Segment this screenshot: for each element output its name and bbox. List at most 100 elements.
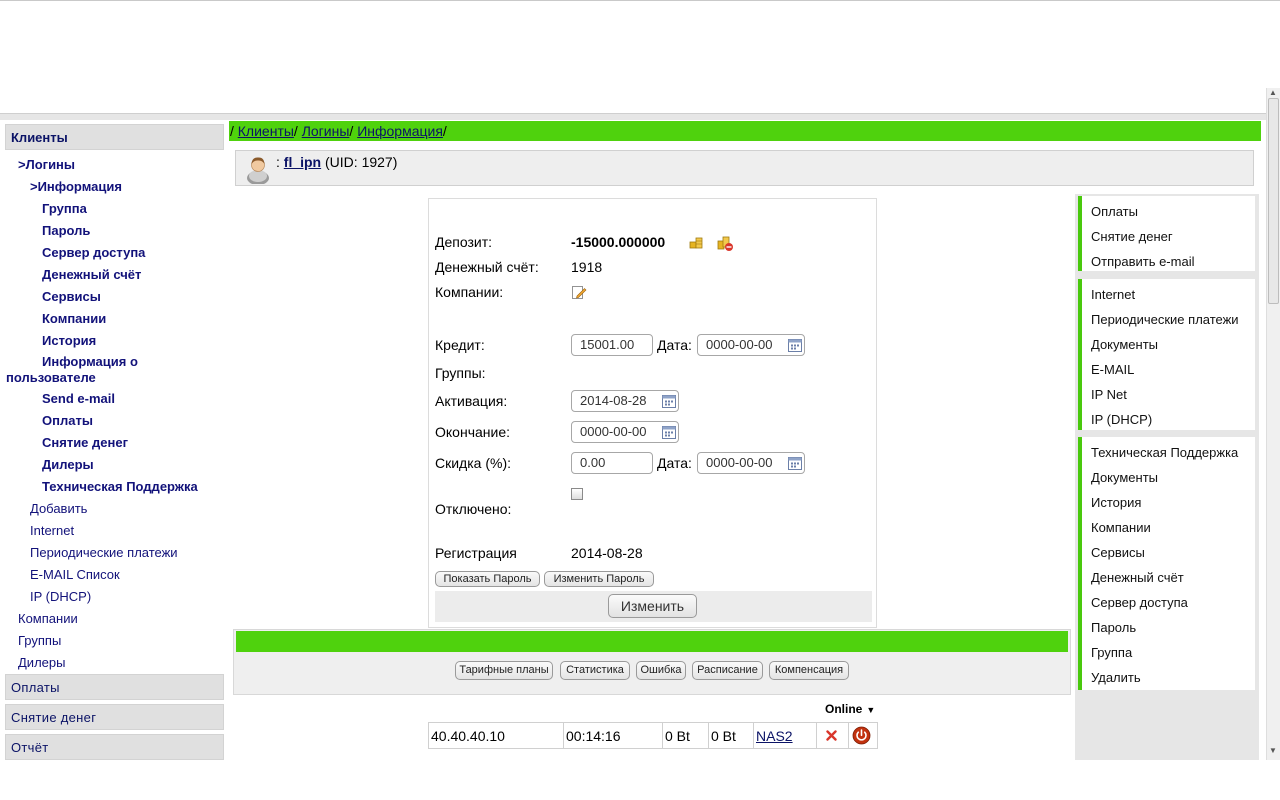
right-menu: Оплаты Снятие денег Отправить e-mail Int… — [1075, 194, 1259, 760]
nav-item-support[interactable]: Техническая Поддержка — [42, 479, 198, 494]
activation-value: 2014-08-28 — [580, 393, 647, 408]
right-item-services[interactable]: Сервисы — [1091, 545, 1145, 560]
right-item-periodic[interactable]: Периодические платежи — [1091, 312, 1239, 327]
nav-item-user-info-line2[interactable]: пользователе — [6, 370, 96, 385]
session-nas-cell: NAS2 — [754, 723, 817, 748]
discount-date-input[interactable]: 0000-00-00 — [697, 452, 805, 474]
user-colon: : — [276, 154, 284, 170]
tab-tariff-plans[interactable]: Тарифные планы — [455, 661, 553, 680]
nav-item-services[interactable]: Сервисы — [42, 289, 101, 304]
right-item-access-server[interactable]: Сервер доступа — [1091, 595, 1188, 610]
breadcrumb-logins[interactable]: Логины — [302, 123, 350, 139]
power-icon[interactable] — [852, 726, 871, 745]
nav-item-money-account[interactable]: Денежный счёт — [42, 267, 141, 282]
coins-add-icon[interactable] — [688, 234, 704, 250]
nav-header-payments[interactable]: Оплаты — [5, 674, 224, 700]
breadcrumb-clients[interactable]: Клиенты — [238, 123, 294, 139]
change-button[interactable]: Изменить — [608, 594, 697, 618]
right-item-documents[interactable]: Документы — [1091, 337, 1158, 352]
nav-item-groups[interactable]: Группы — [18, 633, 61, 648]
tab-compensation[interactable]: Компенсация — [769, 661, 849, 680]
page-scrollbar[interactable]: ▲ ▼ — [1266, 88, 1280, 760]
right-menu-group-finance: Оплаты Снятие денег Отправить e-mail — [1078, 196, 1255, 271]
nav-item-access-server[interactable]: Сервер доступа — [42, 245, 145, 260]
credit-label: Кредит: — [435, 337, 485, 353]
discount-label: Скидка (%): — [435, 455, 511, 471]
right-item-delete[interactable]: Удалить — [1091, 670, 1141, 685]
nav-item-payments[interactable]: Оплаты — [42, 413, 93, 428]
user-avatar-icon — [247, 157, 269, 184]
nav-item-periodic[interactable]: Периодические платежи — [30, 545, 178, 560]
nav-item-dealers-root[interactable]: Дилеры — [18, 655, 65, 670]
right-item-history[interactable]: История — [1091, 495, 1141, 510]
tab-errors[interactable]: Ошибка — [636, 661, 686, 680]
close-icon[interactable] — [826, 730, 837, 741]
right-item-ip-dhcp[interactable]: IP (DHCP) — [1091, 412, 1152, 427]
right-item-password[interactable]: Пароль — [1091, 620, 1136, 635]
expire-input[interactable]: 0000-00-00 — [571, 421, 679, 443]
session-duration: 00:14:16 — [564, 723, 663, 748]
coins-remove-icon[interactable] — [716, 234, 734, 252]
registration-value: 2014-08-28 — [571, 545, 643, 561]
calendar-icon[interactable] — [662, 425, 676, 439]
credit-input[interactable]: 15001.00 — [571, 334, 653, 356]
calendar-icon[interactable] — [788, 338, 802, 352]
tab-statistics[interactable]: Статистика — [560, 661, 630, 680]
tab-schedule[interactable]: Расписание — [692, 661, 763, 680]
nav-item-info[interactable]: >Информация — [30, 179, 122, 194]
edit-note-icon[interactable] — [571, 284, 587, 300]
nav-header-clients[interactable]: Клиенты — [5, 124, 224, 150]
nav-item-dealers[interactable]: Дилеры — [42, 457, 94, 472]
discount-input[interactable]: 0.00 — [571, 452, 653, 474]
nav-item-send-email[interactable]: Send e-mail — [42, 391, 115, 406]
right-menu-group-user: Техническая Поддержка Документы История … — [1078, 437, 1255, 690]
nav-item-group[interactable]: Группа — [42, 201, 87, 216]
disabled-checkbox[interactable] — [571, 488, 583, 500]
nav-item-user-info-line1[interactable]: Информация о — [42, 354, 138, 369]
nav-header-withdraw[interactable]: Снятие денег — [5, 704, 224, 730]
breadcrumb-separator: / — [293, 123, 302, 139]
nav-item-logins[interactable]: >Логины — [18, 157, 75, 172]
session-nas-link[interactable]: NAS2 — [756, 728, 793, 744]
change-password-button[interactable]: Изменить Пароль — [544, 571, 654, 587]
nav-header-report[interactable]: Отчёт — [5, 734, 224, 760]
nav-item-ip-dhcp[interactable]: IP (DHCP) — [30, 589, 91, 604]
online-header[interactable]: Online ▼ — [825, 702, 875, 716]
nav-item-add[interactable]: Добавить — [30, 501, 87, 516]
right-item-documents-2[interactable]: Документы — [1091, 470, 1158, 485]
calendar-icon[interactable] — [788, 456, 802, 470]
scroll-down-arrow-icon[interactable]: ▼ — [1269, 746, 1277, 755]
right-item-withdraw[interactable]: Снятие денег — [1091, 229, 1173, 244]
show-password-button[interactable]: Показать Пароль — [435, 571, 540, 587]
right-item-payments[interactable]: Оплаты — [1091, 204, 1138, 219]
nav-item-companies-root[interactable]: Компании — [18, 611, 78, 626]
right-item-send-email[interactable]: Отправить e-mail — [1091, 254, 1194, 269]
right-item-email[interactable]: E-MAIL — [1091, 362, 1134, 377]
nav-item-history[interactable]: История — [42, 333, 96, 348]
activation-label: Активация: — [435, 393, 508, 409]
right-item-group[interactable]: Группа — [1091, 645, 1132, 660]
nav-item-email-list[interactable]: E-MAIL Список — [30, 567, 120, 582]
session-ip: 40.40.40.10 — [429, 723, 564, 748]
nav-item-password[interactable]: Пароль — [42, 223, 90, 238]
right-menu-group-services: Internet Периодические платежи Документы… — [1078, 279, 1255, 430]
nav-item-internet[interactable]: Internet — [30, 523, 74, 538]
nav-item-withdraw[interactable]: Снятие денег — [42, 435, 128, 450]
calendar-icon[interactable] — [662, 394, 676, 408]
scrollbar-thumb[interactable] — [1268, 98, 1279, 304]
registration-label: Регистрация — [435, 545, 517, 561]
activation-input[interactable]: 2014-08-28 — [571, 390, 679, 412]
nav-item-companies[interactable]: Компании — [42, 311, 106, 326]
right-item-support[interactable]: Техническая Поддержка — [1091, 445, 1238, 460]
session-delete-cell — [817, 723, 849, 748]
right-item-companies[interactable]: Компании — [1091, 520, 1151, 535]
right-item-internet[interactable]: Internet — [1091, 287, 1135, 302]
right-item-ip-net[interactable]: IP Net — [1091, 387, 1127, 402]
breadcrumb-separator: / — [230, 123, 238, 139]
breadcrumb-info[interactable]: Информация — [357, 123, 443, 139]
user-login-link[interactable]: fl_ipn — [284, 154, 321, 170]
credit-date-value: 0000-00-00 — [706, 337, 773, 352]
scroll-up-arrow-icon[interactable]: ▲ — [1269, 88, 1277, 97]
credit-date-input[interactable]: 0000-00-00 — [697, 334, 805, 356]
right-item-money-account[interactable]: Денежный счёт — [1091, 570, 1184, 585]
